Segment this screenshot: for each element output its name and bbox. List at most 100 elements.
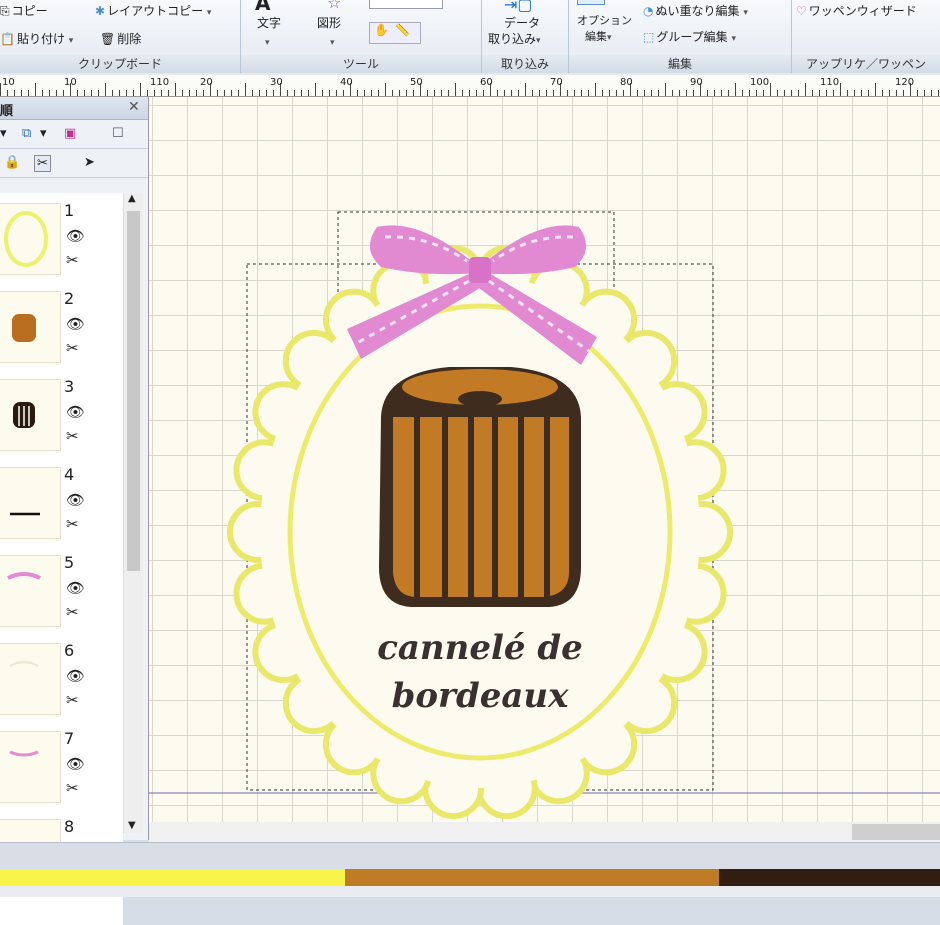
scissors-icon[interactable]: ✂ xyxy=(66,603,79,621)
scissors-icon[interactable]: ✂ xyxy=(66,515,79,533)
scroll-up-icon[interactable]: ▲ xyxy=(128,193,136,204)
dropdown-arrow-icon: ▾ xyxy=(206,8,212,18)
delete-button[interactable]: 🗑 削除 xyxy=(100,32,141,46)
applique-group-title: アップリケ／ワッペン xyxy=(792,55,940,73)
scissors-icon[interactable]: ✂ xyxy=(66,339,79,357)
dropdown-arrow-icon[interactable]: ▾ xyxy=(0,126,7,141)
eye-icon[interactable]: 👁 xyxy=(66,403,85,421)
list-item[interactable]: 3 👁 ✂ xyxy=(0,369,123,457)
ruler-label: 10 xyxy=(64,77,77,88)
list-item[interactable]: 4 👁 ✂ xyxy=(0,457,123,545)
tools-group-title: ツール xyxy=(241,55,481,73)
move-order-icon[interactable]: ⧉ xyxy=(22,126,31,141)
color-sort-icon[interactable]: ▣ xyxy=(64,126,76,141)
tools-group: A 文字 ▾ ☆ 図形 ▾ ✋ 📏 ツール xyxy=(241,0,482,73)
eye-icon[interactable]: 👁 xyxy=(66,315,85,333)
option-edit-button[interactable]: 編集▾ xyxy=(585,30,612,45)
text-tool-icon[interactable]: A xyxy=(255,0,270,13)
list-item[interactable]: 7 👁 ✂ xyxy=(0,721,123,809)
ruler-label: 100 xyxy=(750,77,769,88)
scissors-icon[interactable]: ✂ xyxy=(66,251,79,269)
ruler-label: 50 xyxy=(410,77,423,88)
ruler-label: 20 xyxy=(200,77,213,88)
overlap-edit-button[interactable]: ◔ ぬい重なり編集 ▾ xyxy=(643,4,748,20)
scrollbar-thumb[interactable] xyxy=(852,824,940,840)
sewing-order-panel: 順 ✕ ▾ ⧉ ▾ ▣ ☐ 🔒 ✂ ➤ 1 👁 ✂ 2 👁 ✂ 3 👁 ✂ 4 … xyxy=(0,97,149,925)
group-edit-button[interactable]: ⬚ グループ編集 ▾ xyxy=(643,30,736,46)
edit-group: オプション 編集▾ ◔ ぬい重なり編集 ▾ ⬚ グループ編集 ▾ 編集 xyxy=(569,0,792,73)
dropdown-arrow-icon: ▾ xyxy=(743,8,748,18)
scissors-icon[interactable]: ✂ xyxy=(66,427,79,445)
ruler-label: 90 xyxy=(690,77,703,88)
text-dropdown-icon[interactable]: ▾ xyxy=(265,34,270,50)
scissors-icon[interactable]: ✂ xyxy=(66,779,79,797)
sewing-order-list: 1 👁 ✂ 2 👁 ✂ 3 👁 ✂ 4 👁 ✂ 5 👁 ✂ 6 👁 ✂ 7 👁 … xyxy=(0,193,123,925)
data-import-icon[interactable]: ⇥▢ xyxy=(504,0,533,13)
panel-title: 順 xyxy=(0,104,14,119)
thumbnail xyxy=(0,291,61,363)
copy-icon: ⎘ xyxy=(0,4,10,18)
list-item[interactable]: 2 👁 ✂ xyxy=(0,281,123,369)
copy-button[interactable]: ⎘ コピー xyxy=(0,4,48,18)
scissors-icon[interactable]: ✂ xyxy=(66,691,79,709)
lock-icon[interactable]: 🔒 xyxy=(4,155,20,170)
eye-icon[interactable]: 👁 xyxy=(66,579,85,597)
item-number: 5 xyxy=(64,553,75,572)
edit-group-title: 編集 xyxy=(569,55,791,73)
list-item[interactable]: 5 👁 ✂ xyxy=(0,545,123,633)
panel-toolbar-1: ▾ ⧉ ▾ ▣ ☐ xyxy=(0,120,148,149)
dropdown-arrow-icon[interactable]: ▾ xyxy=(40,126,47,141)
ruler-label: 30 xyxy=(270,77,283,88)
data-import-button[interactable]: 取り込み▾ xyxy=(488,32,541,48)
close-icon[interactable]: ✕ xyxy=(128,99,140,115)
item-number: 2 xyxy=(64,289,75,308)
cut-mode-icon[interactable]: ✂ xyxy=(34,155,51,172)
scroll-down-icon[interactable]: ▼ xyxy=(128,820,136,831)
group-icon: ⬚ xyxy=(643,30,655,44)
bottom-strip xyxy=(0,886,940,897)
star-shape-icon[interactable]: ☆ xyxy=(327,0,341,11)
paste-button[interactable]: 📋 貼り付け ▾ xyxy=(0,32,73,48)
list-item[interactable]: 6 👁 ✂ xyxy=(0,633,123,721)
ruler-label: 80 xyxy=(620,77,633,88)
heart-icon: ♡ xyxy=(796,4,807,18)
patch-wizard-button[interactable]: ♡ ワッペンウィザード xyxy=(796,4,917,18)
eye-icon[interactable]: 👁 xyxy=(66,755,85,773)
list-scrollbar[interactable]: ▲ ▼ xyxy=(123,193,143,833)
thumbnail xyxy=(0,467,61,539)
embroidery-design: cannelé de bordeaux xyxy=(149,211,940,820)
design-canvas[interactable]: cannelé de bordeaux xyxy=(149,97,940,822)
data-import-label-1[interactable]: データ xyxy=(504,16,540,30)
layout-copy-button[interactable]: ✱ レイアウトコピー ▾ xyxy=(95,4,211,20)
shape-tool-button[interactable]: 図形 xyxy=(317,16,341,30)
list-item[interactable]: 1 👁 ✂ xyxy=(0,193,123,281)
ruler-label: 110 xyxy=(150,77,169,88)
canvas-horizontal-scrollbar[interactable] xyxy=(149,822,940,842)
item-number: 6 xyxy=(64,641,75,660)
dropdown-arrow-icon: ▾ xyxy=(68,36,74,46)
eye-icon[interactable]: 👁 xyxy=(66,227,85,245)
ruler-label: 110 xyxy=(820,77,839,88)
design-text-line-1: cannelé de xyxy=(377,628,583,668)
text-tool-button[interactable]: 文字 xyxy=(257,16,281,30)
hand-measure-tools[interactable]: ✋ 📏 xyxy=(369,22,421,44)
option-edit-icon[interactable] xyxy=(577,0,605,5)
ruler-label: 120 xyxy=(895,77,914,88)
scrollbar-thumb[interactable] xyxy=(127,211,140,571)
overlap-icon: ◔ xyxy=(643,4,654,18)
option-edit-label-1[interactable]: オプション xyxy=(577,14,632,28)
thread-color-bar xyxy=(0,869,940,886)
eye-icon[interactable]: 👁 xyxy=(66,667,85,685)
shape-dropdown-icon[interactable]: ▾ xyxy=(330,34,335,50)
applique-group: ♡ ワッペンウィザード アップリケ／ワッペン xyxy=(792,0,940,73)
ruler-scale: 10 10 110 20 30 40 50 60 70 80 90 100 110 120 xyxy=(0,77,939,96)
select-tool-strip[interactable] xyxy=(369,0,443,9)
frame-icon[interactable]: ☐ xyxy=(112,126,124,141)
eye-icon[interactable]: 👁 xyxy=(66,491,85,509)
clipboard-group-title: クリップボード xyxy=(0,55,240,73)
item-number: 7 xyxy=(64,729,75,748)
pointer-icon[interactable]: ➤ xyxy=(84,155,95,170)
horizontal-ruler: 10 10 110 20 30 40 50 60 70 80 90 100 110 120 xyxy=(0,75,940,97)
measure-icon: 📏 xyxy=(394,23,410,37)
layout-copy-icon: ✱ xyxy=(95,4,106,18)
